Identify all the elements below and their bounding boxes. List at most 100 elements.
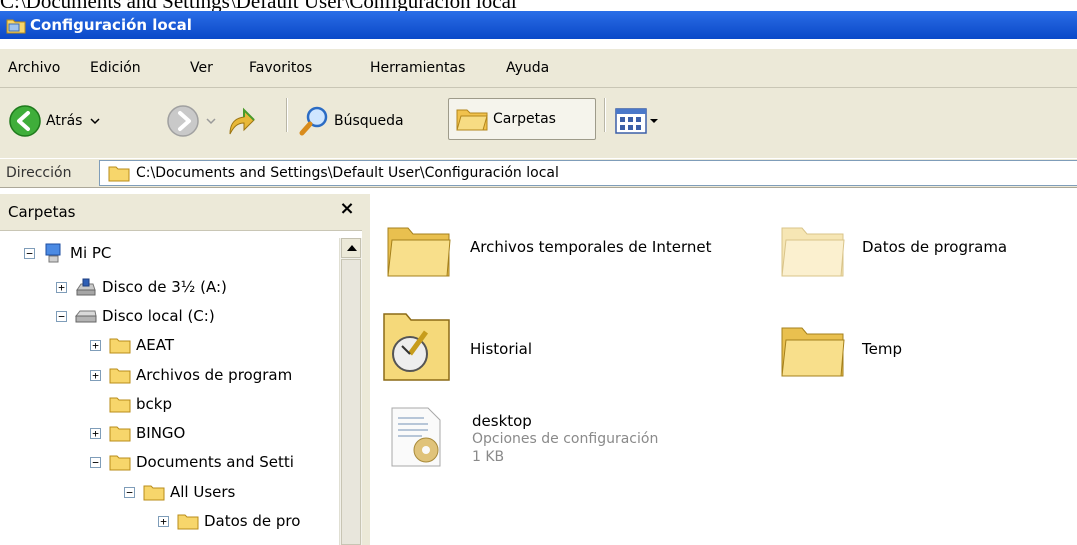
back-button[interactable]: Atrás — [8, 99, 102, 143]
hard-disk-icon — [75, 310, 97, 323]
folder-icon — [109, 397, 131, 413]
item-name: Datos de programa — [862, 238, 1008, 256]
folders-label: Carpetas — [493, 111, 556, 127]
folder-item-datos-de-programa[interactable]: Datos de programa — [778, 214, 1007, 280]
up-folder-button[interactable] — [226, 99, 256, 143]
folder-icon — [177, 514, 199, 530]
folders-button[interactable]: Carpetas — [448, 98, 596, 140]
tree-item-label: AEAT — [136, 336, 174, 354]
tree-item-disco-c[interactable]: − Disco local (C:) — [56, 305, 215, 327]
collapse-toggle[interactable]: − — [90, 456, 101, 468]
address-bar: Dirección C:\Documents and Settings\Defa… — [0, 158, 1077, 188]
tree-item-label: bckp — [136, 395, 172, 413]
expand-toggle[interactable]: + — [56, 281, 67, 293]
settings-file-icon — [391, 407, 441, 467]
folder-faded-icon — [781, 227, 845, 277]
expand-toggle[interactable]: + — [90, 369, 101, 381]
tree-item-mi-pc[interactable]: − Mi PC — [24, 242, 111, 264]
search-icon — [299, 106, 328, 136]
menu-herramientas[interactable]: Herramientas — [370, 58, 465, 78]
floppy-drive-icon — [76, 278, 96, 296]
chevron-down-icon — [206, 118, 216, 125]
history-folder-icon — [383, 313, 450, 381]
folder-icon — [109, 426, 131, 442]
tree-item-label: Documents and Setti — [136, 453, 294, 471]
folder-item-archivos-temporales[interactable]: Archivos temporales de Internet — [384, 214, 712, 280]
toolbar: Atrás Búsqueda Carpetas — [0, 88, 1077, 159]
views-button[interactable] — [614, 99, 660, 143]
address-label: Dirección — [6, 165, 72, 181]
search-button[interactable]: Búsqueda — [298, 99, 404, 143]
tree-item-label: Disco de 3½ (A:) — [102, 278, 227, 296]
menu-ver[interactable]: Ver — [190, 58, 213, 78]
tree-item-datos-de-programa[interactable]: + Datos de pro — [158, 510, 300, 532]
folder-item-historial[interactable]: Historial — [382, 310, 532, 382]
tree-item-label: BINGO — [136, 424, 186, 442]
computer-icon — [45, 243, 61, 263]
expand-toggle[interactable]: + — [90, 427, 101, 439]
folder-icon — [109, 338, 131, 354]
file-item-desktop[interactable]: desktop Opciones de configuración 1 KB — [386, 404, 658, 470]
up-arrow-icon — [229, 107, 255, 135]
scroll-thumb[interactable] — [341, 259, 361, 545]
tree-item-label: Mi PC — [70, 244, 112, 262]
back-arrow-icon — [9, 105, 41, 137]
tree-item-documents-and-settings[interactable]: − Documents and Setti — [90, 451, 294, 473]
folder-window-icon — [6, 19, 26, 34]
folders-pane-title: Carpetas — [8, 203, 76, 221]
forward-arrow-icon — [167, 105, 199, 137]
collapse-toggle[interactable]: − — [24, 247, 35, 259]
chevron-down-icon — [90, 118, 100, 125]
expand-toggle[interactable]: + — [158, 515, 169, 527]
menu-ayuda[interactable]: Ayuda — [506, 58, 549, 78]
path-caption: C:\Documents and Settings\Default User\C… — [0, 0, 1077, 11]
menu-archivo[interactable]: Archivo — [8, 58, 60, 78]
chevron-down-icon — [650, 119, 658, 123]
folder-icon — [108, 166, 130, 182]
collapse-toggle[interactable]: − — [124, 486, 135, 498]
views-grid-icon — [615, 108, 647, 134]
tree-item-bingo[interactable]: + BINGO — [90, 422, 185, 444]
folders-pane-header: Carpetas × — [0, 194, 362, 231]
folder-icon — [109, 368, 131, 384]
folders-icon — [456, 109, 488, 131]
item-name: Historial — [470, 340, 533, 358]
folder-icon — [143, 485, 165, 501]
tree-item-label: All Users — [170, 483, 236, 501]
tree-item-aeat[interactable]: + AEAT — [90, 334, 174, 356]
item-name: Temp — [862, 340, 902, 358]
close-icon[interactable]: × — [338, 200, 356, 218]
title-bar: Configuración local — [0, 11, 1077, 39]
tree-item-label: Disco local (C:) — [102, 307, 215, 325]
tree-item-label: Archivos de program — [136, 366, 293, 384]
window-title: Configuración local — [30, 16, 192, 34]
menu-bar: Archivo Edición Ver Favoritos Herramient… — [0, 49, 1077, 88]
item-name: desktop — [472, 412, 532, 430]
forward-button[interactable] — [166, 99, 218, 143]
folder-icon — [387, 227, 451, 277]
tree-item-label: Datos de pro — [204, 512, 301, 530]
item-name: Archivos temporales de Internet — [470, 238, 712, 256]
scroll-up-button[interactable] — [341, 238, 361, 258]
address-input[interactable]: C:\Documents and Settings\Default User\C… — [99, 160, 1077, 186]
tree-item-bckp[interactable]: bckp — [109, 393, 172, 415]
search-label: Búsqueda — [334, 113, 404, 129]
menu-edicion[interactable]: Edición — [90, 58, 141, 78]
folders-pane: Carpetas × − Mi PC + Disco de 3½ (A:) − … — [0, 194, 371, 545]
address-value: C:\Documents and Settings\Default User\C… — [136, 165, 559, 181]
expand-toggle[interactable]: + — [90, 339, 101, 351]
folder-icon — [109, 455, 131, 471]
item-size: 1 KB — [472, 449, 505, 465]
tree-item-archivos-de-programa[interactable]: + Archivos de program — [90, 364, 292, 386]
folder-item-temp[interactable]: Temp — [778, 314, 902, 380]
item-type: Opciones de configuración — [472, 431, 659, 447]
pane-splitter[interactable] — [362, 194, 370, 545]
folders-scrollbar[interactable] — [339, 238, 362, 545]
tree-item-floppy[interactable]: + Disco de 3½ (A:) — [56, 276, 227, 298]
collapse-toggle[interactable]: − — [56, 310, 67, 322]
back-label: Atrás — [46, 113, 83, 129]
folder-icon — [781, 327, 845, 377]
tree-item-all-users[interactable]: − All Users — [124, 481, 235, 503]
menu-favoritos[interactable]: Favoritos — [249, 58, 312, 78]
file-view: Archivos temporales de Internet Datos de… — [370, 194, 1077, 545]
